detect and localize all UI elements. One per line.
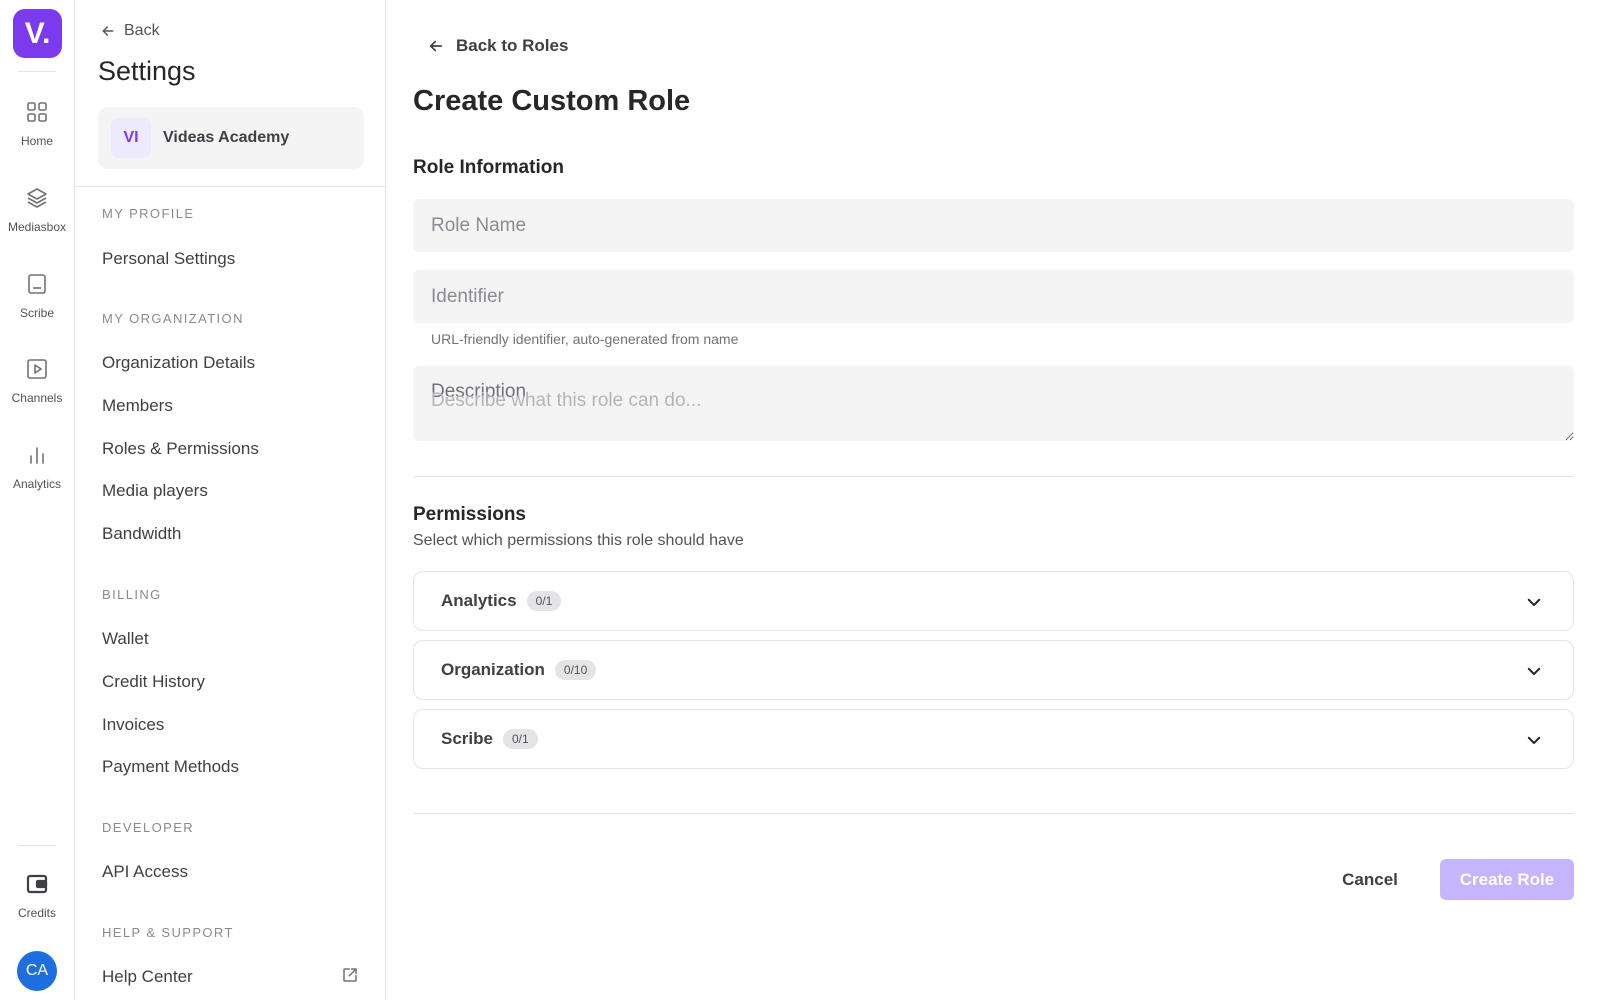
role-information-heading: Role Information bbox=[413, 157, 564, 178]
rail-item-analytics[interactable]: Analytics bbox=[0, 435, 74, 515]
permissions-subtitle: Select which permissions this role shoul… bbox=[413, 532, 744, 549]
sidebar-item-bandwidth[interactable]: Bandwidth bbox=[102, 524, 181, 544]
wallet-icon bbox=[26, 874, 48, 894]
section-help-support: HELP & SUPPORT bbox=[102, 925, 234, 940]
rail-item-mediasbox[interactable]: Mediasbox bbox=[0, 178, 74, 258]
sidebar-item-media-players[interactable]: Media players bbox=[102, 481, 208, 501]
sidebar-item-api-access[interactable]: API Access bbox=[102, 862, 188, 882]
back-to-roles-label: Back to Roles bbox=[456, 36, 569, 55]
page-title: Create Custom Role bbox=[413, 85, 691, 117]
rail-item-home[interactable]: Home bbox=[0, 92, 74, 172]
rail-item-credits[interactable]: Credits bbox=[0, 864, 74, 944]
icon-rail: V. Home Mediasbox Scribe Channels Analyt… bbox=[0, 0, 75, 1000]
description-field: Description bbox=[413, 366, 1574, 441]
sidebar-item-credit-history[interactable]: Credit History bbox=[102, 672, 205, 692]
permission-count-badge: 0/10 bbox=[554, 660, 597, 680]
sidebar-item-roles-permissions[interactable]: Roles & Permissions bbox=[102, 439, 259, 459]
permission-group-organization[interactable]: Organization 0/10 bbox=[413, 640, 1574, 700]
permission-group-name: Analytics bbox=[441, 591, 517, 610]
org-switcher[interactable]: VI Videas Academy bbox=[98, 107, 364, 169]
section-developer: DEVELOPER bbox=[102, 820, 195, 835]
section-my-profile: MY PROFILE bbox=[102, 206, 195, 221]
bar-chart-icon bbox=[30, 447, 44, 464]
user-avatar[interactable]: CA bbox=[17, 951, 57, 991]
play-icon bbox=[27, 359, 47, 379]
back-label: Back bbox=[124, 22, 160, 39]
cancel-button[interactable]: Cancel bbox=[1327, 860, 1413, 900]
app-logo[interactable]: V. bbox=[13, 9, 62, 58]
identifier-input[interactable] bbox=[413, 270, 1574, 323]
arrow-left-icon bbox=[102, 26, 114, 36]
back-to-roles-link[interactable]: Back to Roles bbox=[427, 36, 568, 56]
permissions-heading: Permissions bbox=[413, 504, 526, 525]
rail-divider bbox=[18, 845, 56, 846]
settings-title: Settings bbox=[98, 56, 196, 86]
permission-group-name: Scribe bbox=[441, 729, 493, 748]
chevron-down-icon bbox=[1527, 667, 1541, 675]
sidebar-item-invoices[interactable]: Invoices bbox=[102, 715, 164, 735]
section-divider bbox=[413, 813, 1574, 814]
rail-label-scribe: Scribe bbox=[19, 306, 54, 320]
rail-label-credits: Credits bbox=[17, 906, 56, 920]
sidebar-item-payment-methods[interactable]: Payment Methods bbox=[102, 757, 239, 777]
role-name-input[interactable] bbox=[413, 199, 1574, 252]
chevron-down-icon bbox=[1527, 598, 1541, 606]
sidebar-divider bbox=[75, 186, 386, 187]
description-textarea[interactable] bbox=[413, 366, 1574, 441]
document-icon bbox=[28, 274, 46, 294]
rail-label-analytics: Analytics bbox=[12, 477, 62, 491]
create-role-button[interactable]: Create Role bbox=[1440, 859, 1574, 900]
settings-sidebar: Back Settings VI Videas Academy MY PROFI… bbox=[75, 0, 386, 1000]
external-link-icon[interactable] bbox=[341, 966, 359, 984]
chevron-down-icon bbox=[1527, 736, 1541, 744]
permission-count-badge: 0/1 bbox=[526, 591, 562, 611]
sidebar-item-organization-details[interactable]: Organization Details bbox=[102, 353, 255, 373]
rail-label-home: Home bbox=[20, 134, 53, 148]
rail-item-scribe[interactable]: Scribe bbox=[0, 264, 74, 344]
identifier-help-text: URL-friendly identifier, auto-generated … bbox=[431, 331, 739, 347]
sidebar-item-wallet[interactable]: Wallet bbox=[102, 629, 149, 649]
section-my-organization: MY ORGANIZATION bbox=[102, 311, 244, 326]
rail-divider bbox=[18, 71, 56, 72]
permission-group-name: Organization bbox=[441, 660, 545, 679]
rail-item-channels[interactable]: Channels bbox=[0, 349, 74, 429]
org-badge: VI bbox=[111, 118, 151, 158]
main-content: Back to Roles Create Custom Role Role In… bbox=[387, 0, 1600, 1000]
permission-count-badge: 0/1 bbox=[502, 729, 538, 749]
layers-icon bbox=[27, 188, 47, 208]
arrow-left-icon bbox=[429, 40, 443, 52]
permission-group-scribe[interactable]: Scribe 0/1 bbox=[413, 709, 1574, 769]
rail-label-mediasbox: Mediasbox bbox=[7, 220, 67, 234]
permission-group-analytics[interactable]: Analytics 0/1 bbox=[413, 571, 1574, 631]
rail-label-channels: Channels bbox=[11, 391, 63, 405]
section-billing: BILLING bbox=[102, 587, 162, 602]
grid-icon bbox=[27, 102, 47, 122]
sidebar-item-help-center[interactable]: Help Center bbox=[102, 967, 193, 987]
sidebar-item-members[interactable]: Members bbox=[102, 396, 173, 416]
back-link[interactable]: Back bbox=[100, 22, 160, 40]
org-name: Videas Academy bbox=[163, 129, 290, 146]
sidebar-item-personal-settings[interactable]: Personal Settings bbox=[102, 249, 235, 269]
section-divider bbox=[413, 476, 1574, 477]
